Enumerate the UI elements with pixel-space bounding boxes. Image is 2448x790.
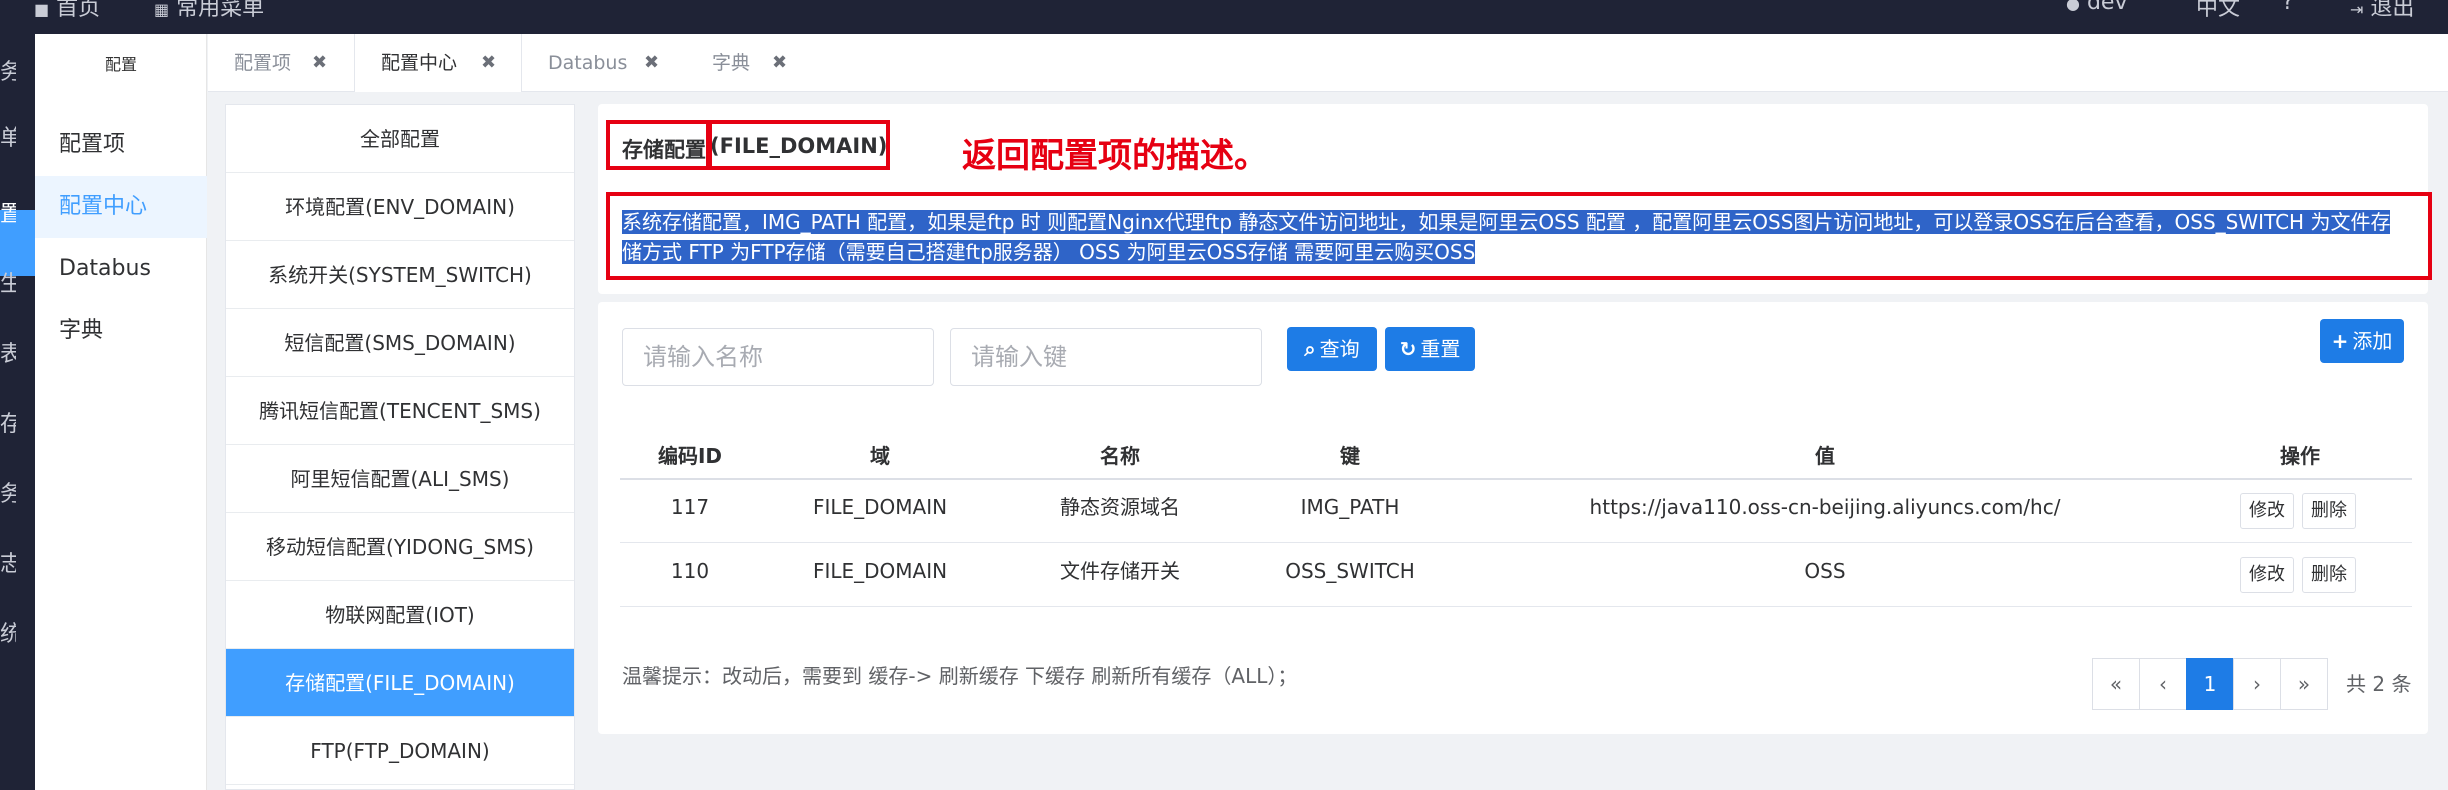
rail-item[interactable]: 表 xyxy=(0,336,16,368)
rail-item[interactable]: 置 xyxy=(0,196,16,228)
user-icon: ● xyxy=(2066,0,2080,13)
grid-icon: ▦ xyxy=(154,0,170,19)
config-submenu: 配置 配置项 配置中心 Databus 字典 xyxy=(35,34,207,790)
submenu-item-dictionary[interactable]: 字典 xyxy=(35,300,207,362)
annotation-text: 返回配置项的描述。 xyxy=(962,136,1268,176)
rail-item[interactable]: 生 xyxy=(0,266,16,298)
annotation-box-title-cn xyxy=(606,120,710,170)
group-item-file-domain[interactable]: 存储配置(FILE_DOMAIN) xyxy=(226,649,574,717)
cell-key: IMG_PATH xyxy=(1300,495,1400,519)
rail-item[interactable]: 务 xyxy=(0,54,16,86)
tab-dictionary[interactable]: 字典 ✖ xyxy=(686,34,816,92)
tab-databus[interactable]: Databus ✖ xyxy=(522,34,686,92)
cache-tip: 温馨提示：改动后，需要到 缓存-> 刷新缓存 下缓存 刷新所有缓存（ALL）； xyxy=(622,664,1298,688)
column-header-key: 键 xyxy=(1340,444,1360,468)
column-header-value: 值 xyxy=(1815,444,1835,468)
query-button[interactable]: ⌕ 查询 xyxy=(1287,327,1377,371)
tab-config-center[interactable]: 配置中心 ✖ xyxy=(354,34,522,92)
rail-item[interactable]: 存 xyxy=(0,406,16,438)
config-description: 系统存储配置，IMG_PATH 配置，如果是ftp 时 则配置Nginx代理ft… xyxy=(622,210,2391,264)
common-menu-link[interactable]: ▦ 常用菜单 xyxy=(154,0,264,22)
reset-button[interactable]: ↻ 重置 xyxy=(1385,327,1475,371)
help-icon[interactable]: ? xyxy=(2282,0,2294,15)
logout-icon: ⇥ xyxy=(2350,0,2364,19)
group-item-env[interactable]: 环境配置(ENV_DOMAIN) xyxy=(226,173,574,241)
cell-id: 117 xyxy=(670,495,710,519)
rail-item[interactable]: 统 xyxy=(0,616,16,648)
cell-domain: FILE_DOMAIN xyxy=(812,559,948,583)
column-header-id: 编码ID xyxy=(657,444,723,468)
group-item-ftp[interactable]: FTP(FTP_DOMAIN) xyxy=(226,717,574,785)
edit-button[interactable]: 修改 xyxy=(2240,493,2294,529)
close-icon[interactable]: ✖ xyxy=(772,34,787,92)
close-icon[interactable]: ✖ xyxy=(644,34,659,92)
tab-config-items[interactable]: 配置项 ✖ xyxy=(208,34,354,92)
column-header-name: 名称 xyxy=(1100,444,1140,468)
rail-item[interactable]: 务 xyxy=(0,476,16,508)
group-item-ali-sms[interactable]: 阿里短信配置(ALI_SMS) xyxy=(226,445,574,513)
row-divider xyxy=(620,542,2412,543)
close-icon[interactable]: ✖ xyxy=(481,34,496,92)
cell-name: 文件存储开关 xyxy=(1060,559,1180,583)
rail-item[interactable]: 志 xyxy=(0,546,16,578)
cell-key: OSS_SWITCH xyxy=(1285,559,1415,583)
search-icon: ⌕ xyxy=(1304,337,1316,361)
group-item-sms[interactable]: 短信配置(SMS_DOMAIN) xyxy=(226,309,574,377)
group-item-tencent-sms[interactable]: 腾讯短信配置(TENCENT_SMS) xyxy=(226,377,574,445)
edit-button[interactable]: 修改 xyxy=(2240,557,2294,593)
table-header-divider xyxy=(620,478,2412,480)
last-page-button[interactable]: » xyxy=(2280,658,2328,710)
row-divider xyxy=(620,606,2412,607)
user-menu[interactable]: ● dev xyxy=(2066,0,2128,15)
group-item-system-switch[interactable]: 系统开关(SYSTEM_SWITCH) xyxy=(226,241,574,309)
group-item-iot[interactable]: 物联网配置(IOT) xyxy=(226,581,574,649)
submenu-item-databus[interactable]: Databus xyxy=(35,238,207,300)
submenu-item-config-center[interactable]: 配置中心 xyxy=(35,176,207,238)
name-search-input[interactable]: 请输入名称 xyxy=(622,328,934,386)
rail-item[interactable]: 单 xyxy=(0,120,16,152)
home-icon: ■ xyxy=(34,0,50,19)
group-item-yidong-sms[interactable]: 移动短信配置(YIDONG_SMS) xyxy=(226,513,574,581)
plus-icon: + xyxy=(2331,329,2349,353)
language-switch[interactable]: 中文 xyxy=(2196,0,2240,22)
annotation-box-title-en xyxy=(708,120,890,170)
total-count: 共 2 条 xyxy=(2346,672,2412,696)
column-header-domain: 域 xyxy=(870,444,890,468)
main-sidebar: 务 单 置 生 表 存 务 志 统 xyxy=(0,34,35,790)
delete-button[interactable]: 删除 xyxy=(2302,493,2356,529)
group-item-all[interactable]: 全部配置 xyxy=(226,105,574,173)
close-icon[interactable]: ✖ xyxy=(312,34,327,92)
top-navbar: ■ 首页 ▦ 常用菜单 ● dev 中文 ? ⇥ 退出 xyxy=(0,0,2448,34)
tab-bar: 配置项 ✖ 配置中心 ✖ Databus ✖ 字典 ✖ xyxy=(208,34,2448,92)
next-page-button[interactable]: › xyxy=(2233,658,2281,710)
key-search-input[interactable]: 请输入键 xyxy=(950,328,1262,386)
logout-link[interactable]: ⇥ 退出 xyxy=(2350,0,2414,22)
submenu-title: 配置 xyxy=(104,55,137,74)
submenu-item-config-items[interactable]: 配置项 xyxy=(35,114,207,176)
prev-page-button[interactable]: ‹ xyxy=(2139,658,2187,710)
add-button[interactable]: + 添加 xyxy=(2320,319,2404,363)
cell-name: 静态资源域名 xyxy=(1060,495,1180,519)
page-number-button[interactable]: 1 xyxy=(2186,658,2234,710)
home-nav-link[interactable]: ■ 首页 xyxy=(34,0,100,22)
first-page-button[interactable]: « xyxy=(2092,658,2140,710)
cell-value: https://java110.oss-cn-beijing.aliyuncs.… xyxy=(1589,495,2061,519)
cell-domain: FILE_DOMAIN xyxy=(812,495,948,519)
column-header-actions: 操作 xyxy=(2280,444,2320,468)
cell-value: OSS xyxy=(1804,559,1846,583)
config-group-list: 全部配置 环境配置(ENV_DOMAIN) 系统开关(SYSTEM_SWITCH… xyxy=(225,104,575,790)
refresh-icon: ↻ xyxy=(1399,337,1417,361)
cell-id: 110 xyxy=(670,559,710,583)
delete-button[interactable]: 删除 xyxy=(2302,557,2356,593)
